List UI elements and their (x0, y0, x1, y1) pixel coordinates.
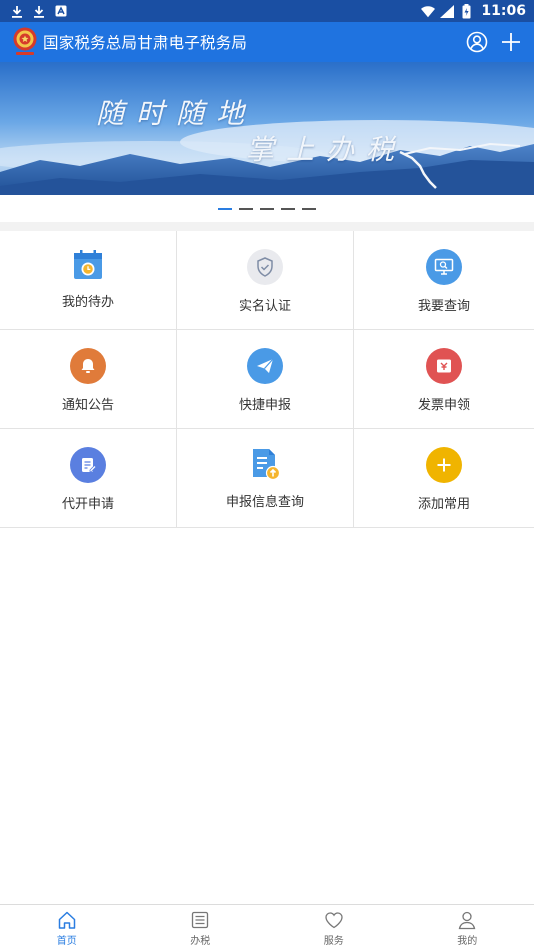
nav-mine[interactable]: 我的 (401, 905, 534, 950)
app-notification-icon (54, 4, 68, 18)
list-icon (192, 911, 209, 929)
banner-pager (0, 195, 534, 222)
wifi-icon (421, 4, 436, 18)
tile-query[interactable]: 我要查询 (354, 231, 534, 330)
battery-icon (459, 3, 473, 18)
tile-label: 通知公告 (61, 398, 114, 413)
user-circle-icon (466, 31, 488, 53)
plus-icon (502, 33, 520, 51)
app-title: 国家税务总局甘肃电子税务局 (43, 34, 248, 52)
home-icon (58, 911, 75, 929)
tile-notices[interactable]: 通知公告 (0, 330, 177, 429)
add-button[interactable] (498, 29, 524, 55)
nav-label: 办税 (190, 936, 211, 947)
user-icon (458, 911, 476, 930)
nav-tax[interactable]: 办税 (134, 905, 268, 950)
tile-my-todo[interactable]: 我的待办 (0, 231, 177, 330)
section-divider (0, 222, 534, 231)
app-header: 国家税务总局甘肃电子税务局 (0, 22, 534, 62)
tile-label: 添加常用 (417, 497, 470, 512)
download-icon (32, 4, 46, 18)
banner-slogan-line1: 随时随地 (96, 97, 257, 130)
signal-icon (440, 4, 455, 18)
shield-check-icon (247, 249, 283, 285)
tile-declare-info-query[interactable]: 申报信息查询 (177, 429, 354, 528)
tile-label: 发票申领 (417, 398, 470, 413)
document-upload-icon (249, 447, 281, 481)
tile-proxy-issue[interactable]: 代开申请 (0, 429, 177, 528)
tile-label: 快捷申报 (238, 398, 291, 413)
document-edit-icon (70, 447, 106, 483)
heart-icon (325, 912, 343, 929)
promo-banner[interactable]: 随时随地 掌上办税 (0, 62, 534, 195)
clock: 11:06 (481, 3, 526, 19)
function-grid: 我的待办 实名认证 我要查询 通知公告 快捷申报 发票申领 代开申请 申报信息查… (0, 231, 534, 528)
tile-add-favorite[interactable]: 添加常用 (354, 429, 534, 528)
bottom-nav: 首页 办税 服务 我的 (0, 904, 534, 950)
tile-label: 我的待办 (61, 295, 114, 310)
invoice-icon (426, 348, 462, 384)
pager-dot[interactable] (218, 207, 232, 210)
nav-service[interactable]: 服务 (267, 905, 401, 950)
tax-emblem-icon (12, 26, 38, 58)
banner-slogan-line2: 掌上办税 (246, 133, 407, 166)
tile-real-name-auth[interactable]: 实名认证 (177, 231, 354, 330)
pager-dot[interactable] (260, 207, 274, 210)
monitor-search-icon (426, 249, 462, 285)
tile-quick-declare[interactable]: 快捷申报 (177, 330, 354, 429)
nav-label: 首页 (56, 936, 77, 947)
pager-dot[interactable] (239, 207, 253, 210)
tile-label: 我要查询 (417, 299, 470, 314)
tile-label: 实名认证 (238, 299, 291, 314)
calendar-clock-icon (73, 249, 103, 281)
download-icon (10, 4, 24, 18)
pager-dot[interactable] (302, 207, 316, 210)
status-bar: 11:06 (0, 0, 534, 22)
pager-dot[interactable] (281, 207, 295, 210)
tile-label: 申报信息查询 (225, 495, 304, 510)
paper-plane-icon (247, 348, 283, 384)
bell-icon (70, 348, 106, 384)
tile-label: 代开申请 (61, 497, 114, 512)
nav-label: 服务 (323, 936, 344, 947)
tile-invoice-apply[interactable]: 发票申领 (354, 330, 534, 429)
nav-label: 我的 (457, 936, 478, 947)
plus-icon (426, 447, 462, 483)
nav-home[interactable]: 首页 (0, 905, 134, 950)
profile-button[interactable] (464, 29, 490, 55)
